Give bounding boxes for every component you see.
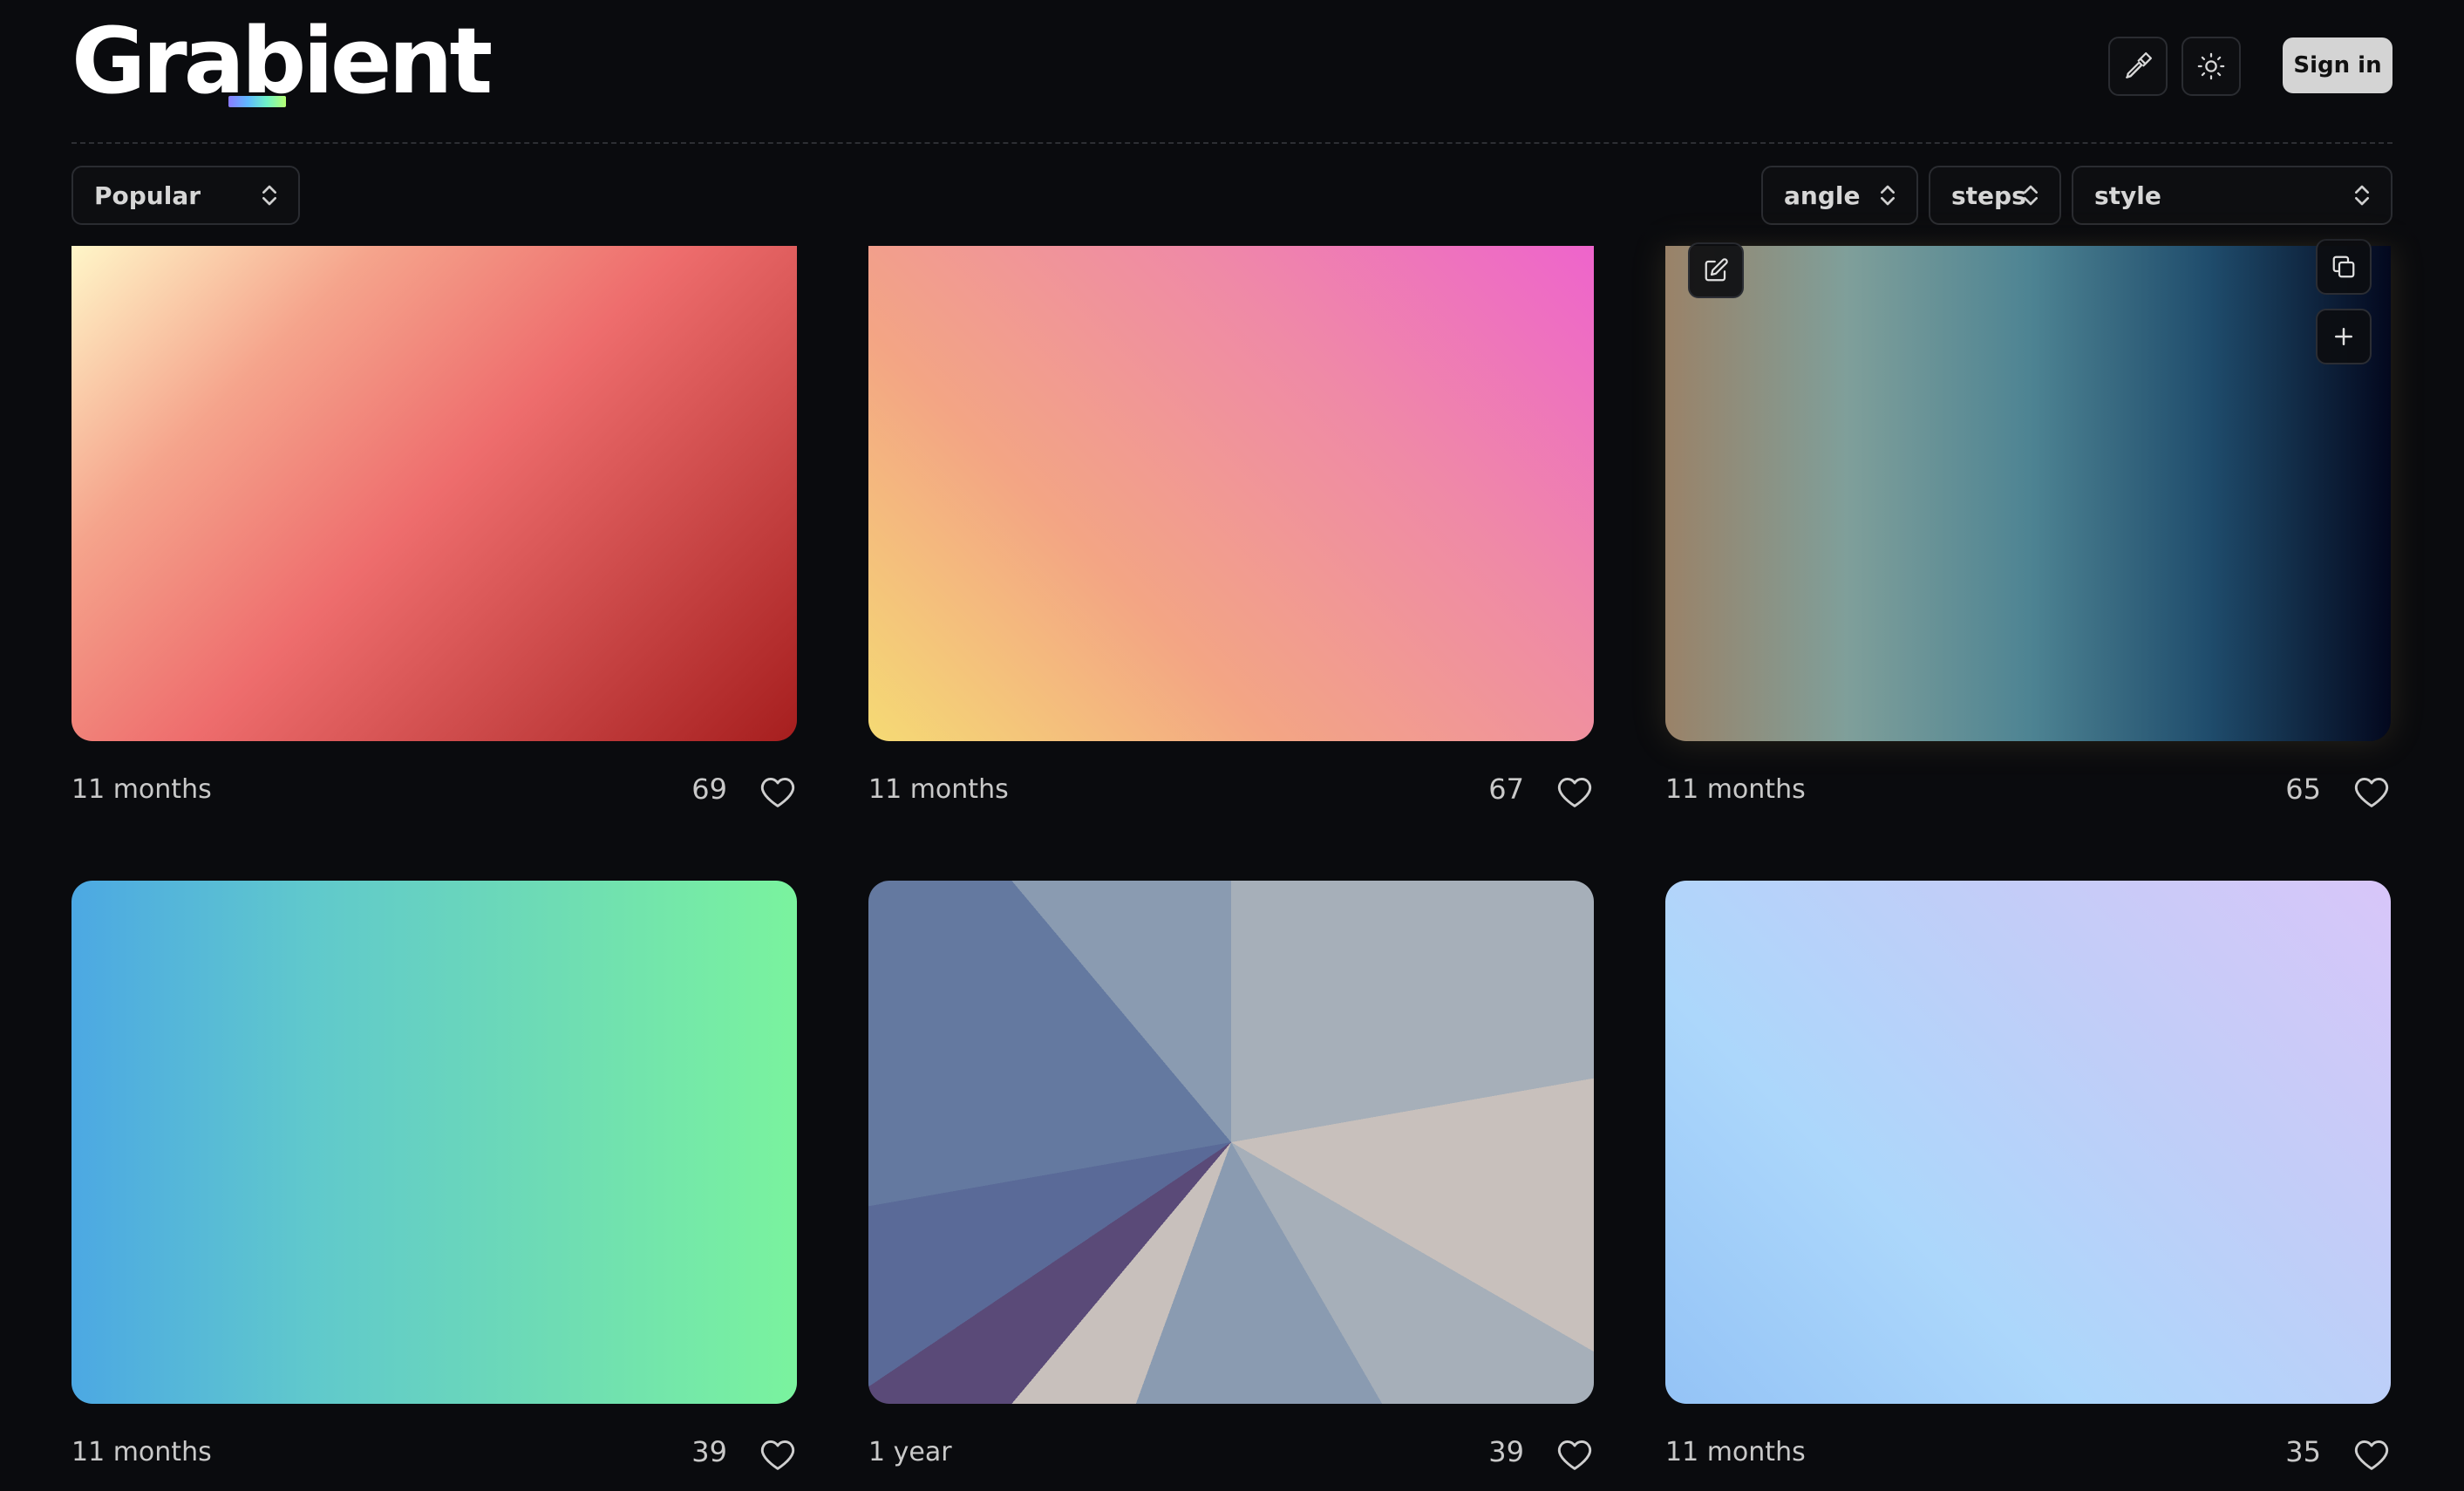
heart-icon[interactable] bbox=[2352, 1437, 2391, 1472]
card-age: 11 months bbox=[71, 1437, 212, 1467]
filter-bar-fade bbox=[0, 225, 2464, 246]
gradient-swatch[interactable] bbox=[868, 881, 1594, 1404]
like-count: 35 bbox=[2285, 1435, 2321, 1468]
heart-icon[interactable] bbox=[759, 1437, 797, 1472]
heart-icon[interactable] bbox=[1555, 1437, 1594, 1472]
gradient-card: 11 months 35 bbox=[1665, 0, 2391, 1491]
like-count: 39 bbox=[691, 1435, 727, 1468]
gradient-swatch[interactable] bbox=[1665, 881, 2391, 1404]
like-count: 39 bbox=[1488, 1435, 1524, 1468]
gradient-card: 1 year 39 bbox=[868, 0, 1594, 1491]
gradient-swatch[interactable] bbox=[71, 881, 797, 1404]
card-age: 11 months bbox=[1665, 1437, 1806, 1467]
card-age: 1 year bbox=[868, 1437, 952, 1467]
gradient-card: 11 months 39 bbox=[71, 0, 797, 1491]
